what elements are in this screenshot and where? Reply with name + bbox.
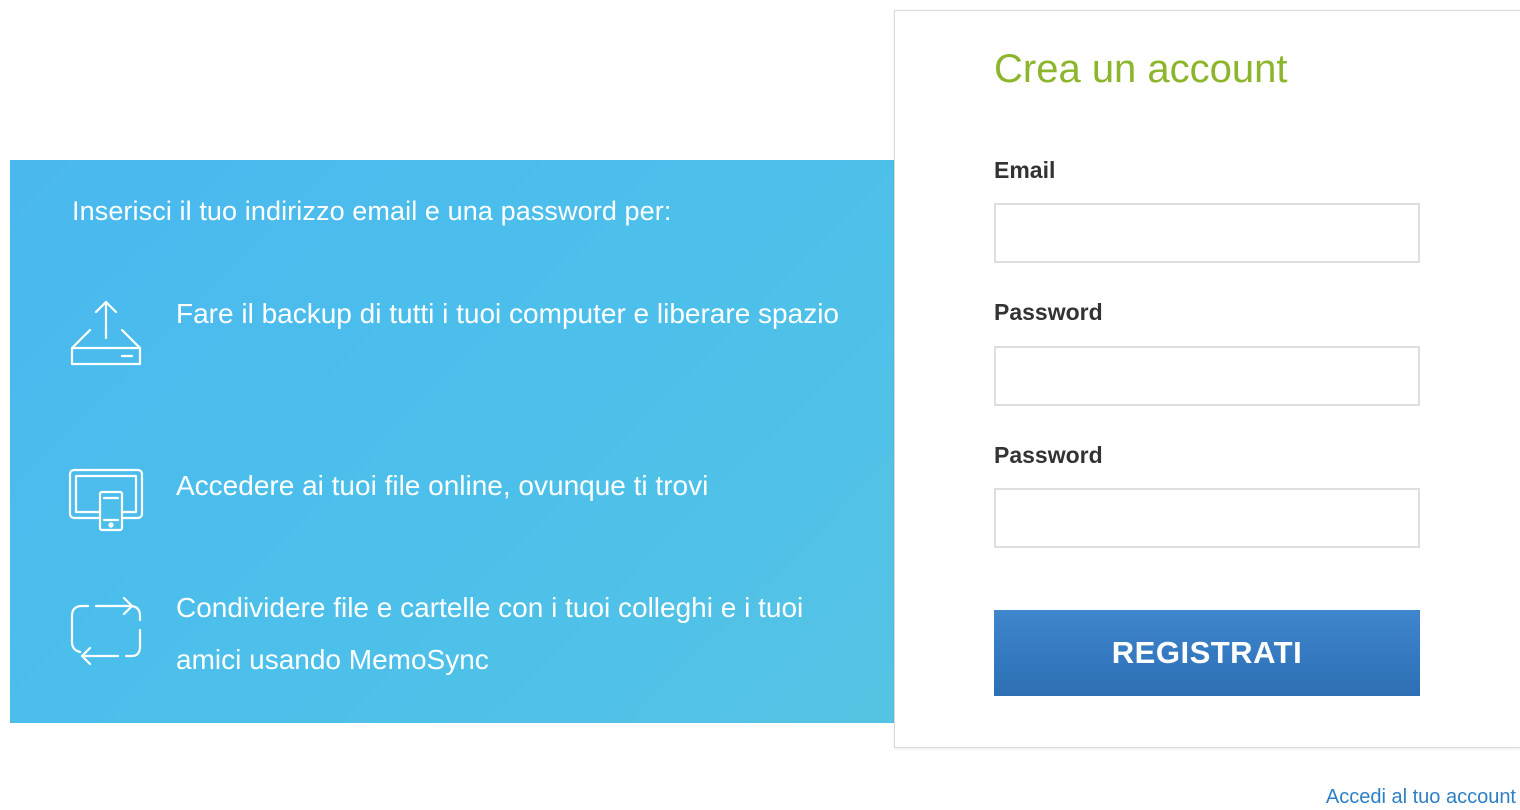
email-field[interactable] [994, 203, 1420, 263]
password-field[interactable] [994, 346, 1420, 406]
password-label: Password [994, 299, 1103, 325]
signup-page: Inserisci il tuo indirizzo email e una p… [0, 0, 1520, 810]
confirm-password-field[interactable] [994, 488, 1420, 548]
info-intro: Inserisci il tuo indirizzo email e una p… [72, 196, 672, 226]
login-link[interactable]: Accedi al tuo account [1326, 786, 1516, 809]
upload-drive-icon [68, 296, 146, 374]
feature-text: Fare il backup di tutti i tuoi computer … [176, 298, 839, 329]
sync-icon [68, 592, 146, 670]
feature-text: Accedere ai tuoi file online, ovunque ti… [176, 470, 709, 501]
email-label: Email [994, 157, 1056, 183]
devices-icon [68, 466, 146, 544]
form-title: Crea un account [994, 47, 1288, 91]
info-panel: Inserisci il tuo indirizzo email e una p… [10, 160, 894, 723]
feature-text: Condividere file e cartelle con i tuoi c… [176, 592, 804, 675]
register-button[interactable]: REGISTRATI [994, 610, 1420, 696]
confirm-password-label: Password [994, 442, 1103, 468]
signup-form-card: Crea un account Email Password Password … [894, 10, 1520, 748]
